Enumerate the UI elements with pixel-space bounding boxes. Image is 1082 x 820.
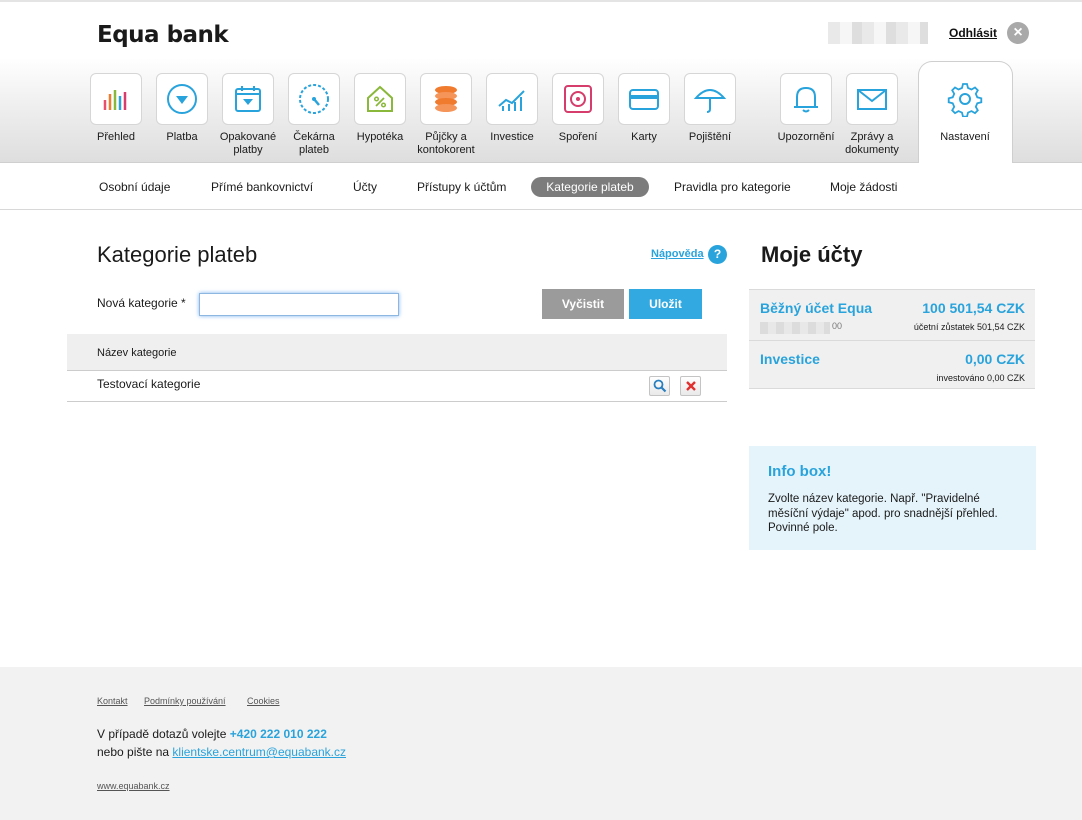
my-accounts-title: Moje účty <box>761 242 863 267</box>
account-balance: 0,00 CZK <box>965 351 1025 367</box>
footer-link-kontakt[interactable]: Kontakt <box>97 696 128 706</box>
info-box-text: Zvolte název kategorie. Např. "Pravideln… <box>768 493 998 534</box>
nav-item-prehled[interactable]: Přehled <box>83 73 149 144</box>
nav-item-nastaveni[interactable]: Nastavení <box>932 73 998 144</box>
subnav-ucty[interactable]: Účty <box>353 180 377 194</box>
bell-icon <box>794 86 818 113</box>
user-name-blurred <box>828 22 928 44</box>
nav-label: Zprávy a dokumenty <box>845 131 899 156</box>
top-border <box>0 0 1082 2</box>
settings-subnav: Osobní údaje Přímé bankovnictví Účty Pří… <box>0 163 1082 210</box>
column-header-name: Název kategorie <box>97 347 177 359</box>
save-button[interactable]: Uložit <box>629 289 702 319</box>
subnav-pravidla-pro-kategorie[interactable]: Pravidla pro kategorie <box>674 180 791 194</box>
footer-email-line: nebo pište na klientske.centrum@equabank… <box>97 745 346 759</box>
account-name[interactable]: Investice <box>760 351 820 367</box>
nav-label: Platba <box>166 131 198 143</box>
account-number-blurred <box>760 322 830 334</box>
nav-label: Karty <box>631 131 657 143</box>
nav-item-upozorneni[interactable]: Upozornění <box>773 73 839 144</box>
nav-item-karty[interactable]: Karty <box>611 73 677 144</box>
nav-item-cekarna-plateb[interactable]: Čekárna plateb <box>281 73 347 157</box>
help-link[interactable]: Nápověda <box>651 248 704 260</box>
footer-link-podminky[interactable]: Podmínky používání <box>144 696 226 706</box>
growth-chart-icon <box>498 90 525 111</box>
info-box-title: Info box! <box>768 463 832 480</box>
info-box: Info box! Zvolte název kategorie. Např. … <box>749 446 1036 550</box>
nav-item-hypoteka[interactable]: Hypotéka <box>347 73 413 144</box>
nav-label: Spoření <box>558 131 598 143</box>
safe-icon <box>564 85 592 113</box>
table-row: Testovací kategorie <box>67 371 727 402</box>
subnav-kategorie-plateb[interactable]: Kategorie plateb <box>531 177 649 197</box>
subnav-moje-zadosti[interactable]: Moje žádosti <box>830 180 897 194</box>
account-card-bezny-ucet[interactable]: Běžný účet Equa 100 501,54 CZK 00 účetní… <box>749 289 1035 340</box>
footer-email-link[interactable]: klientske.centrum@equabank.cz <box>172 745 346 759</box>
subnav-pristupy-k-uctum[interactable]: Přístupy k účtům <box>417 180 506 194</box>
nav-label: Čekárna plateb <box>293 131 335 156</box>
payment-arrow-icon <box>167 84 197 114</box>
logout-link[interactable]: Odhlásit <box>949 26 997 40</box>
umbrella-icon <box>693 89 727 113</box>
footer-phone-number: +420 222 010 222 <box>229 727 327 741</box>
nav-label: Půjčky a kontokorent <box>417 131 475 156</box>
nav-item-investice[interactable]: Investice <box>479 73 545 144</box>
footer-email-prefix: nebo pište na <box>97 745 170 759</box>
coins-icon <box>435 86 457 112</box>
account-card-investice[interactable]: Investice 0,00 CZK investováno 0,00 CZK <box>749 340 1035 389</box>
calendar-icon <box>235 86 261 112</box>
delete-x-icon <box>685 381 696 391</box>
clear-button[interactable]: Vyčistit <box>542 289 624 319</box>
magnifier-icon <box>653 379 666 393</box>
footer: Kontakt Podmínky používání Cookies V pří… <box>0 667 1082 820</box>
account-subtext: účetní zůstatek 501,54 CZK <box>913 322 1025 332</box>
nav-label: Přehled <box>97 131 135 143</box>
account-name[interactable]: Běžný účet Equa <box>760 300 872 316</box>
gear-icon <box>947 83 983 117</box>
house-percent-icon <box>367 85 393 112</box>
nav-label: Opakované platby <box>219 131 277 156</box>
delete-button[interactable] <box>680 376 701 396</box>
bar-chart-icon <box>103 90 127 110</box>
nav-item-sporeni[interactable]: Spoření <box>545 73 611 144</box>
account-number-tail: 00 <box>832 321 843 331</box>
envelope-icon <box>857 89 887 110</box>
nav-item-pojisteni[interactable]: Pojištění <box>677 73 743 144</box>
subnav-prime-bankovnictvi[interactable]: Přímé bankovnictví <box>211 180 313 194</box>
new-category-label: Nová kategorie * <box>97 296 186 310</box>
account-subtext: investováno 0,00 CZK <box>936 373 1025 383</box>
main-navigation: Přehled Platba Opakované platby Čekárna … <box>0 58 1082 164</box>
nav-item-opakovane-platby[interactable]: Opakované platby <box>215 73 281 157</box>
subnav-osobni-udaje[interactable]: Osobní údaje <box>99 180 170 194</box>
footer-link-cookies[interactable]: Cookies <box>247 696 280 706</box>
help-icon[interactable]: ? <box>708 245 727 264</box>
footer-phone-prefix: V případě dotazů volejte <box>97 727 227 741</box>
nav-label: Investice <box>490 131 534 143</box>
nav-item-zpravy[interactable]: Zprávy a dokumenty <box>839 73 905 157</box>
page-title: Kategorie plateb <box>97 242 258 267</box>
table-header: Název kategorie <box>67 334 727 371</box>
equa-bank-logo[interactable]: Equa bank <box>97 22 229 48</box>
nav-label: Hypotéka <box>356 131 404 143</box>
footer-phone-line: V případě dotazů volejte +420 222 010 22… <box>97 727 327 741</box>
new-category-input[interactable] <box>199 293 399 316</box>
nav-item-platba[interactable]: Platba <box>149 73 215 144</box>
gauge-icon <box>299 84 329 114</box>
category-name-cell: Testovací kategorie <box>97 377 201 391</box>
nav-item-pujcky[interactable]: Půjčky a kontokorent <box>413 73 479 157</box>
view-button[interactable] <box>649 376 670 396</box>
card-icon <box>629 89 659 110</box>
logout-close-icon[interactable]: × <box>1007 22 1029 44</box>
footer-website-link[interactable]: www.equabank.cz <box>97 781 170 791</box>
nav-label: Pojištění <box>688 131 732 143</box>
nav-label: Upozornění <box>777 131 835 143</box>
nav-label: Nastavení <box>940 131 990 143</box>
account-balance: 100 501,54 CZK <box>922 300 1025 316</box>
